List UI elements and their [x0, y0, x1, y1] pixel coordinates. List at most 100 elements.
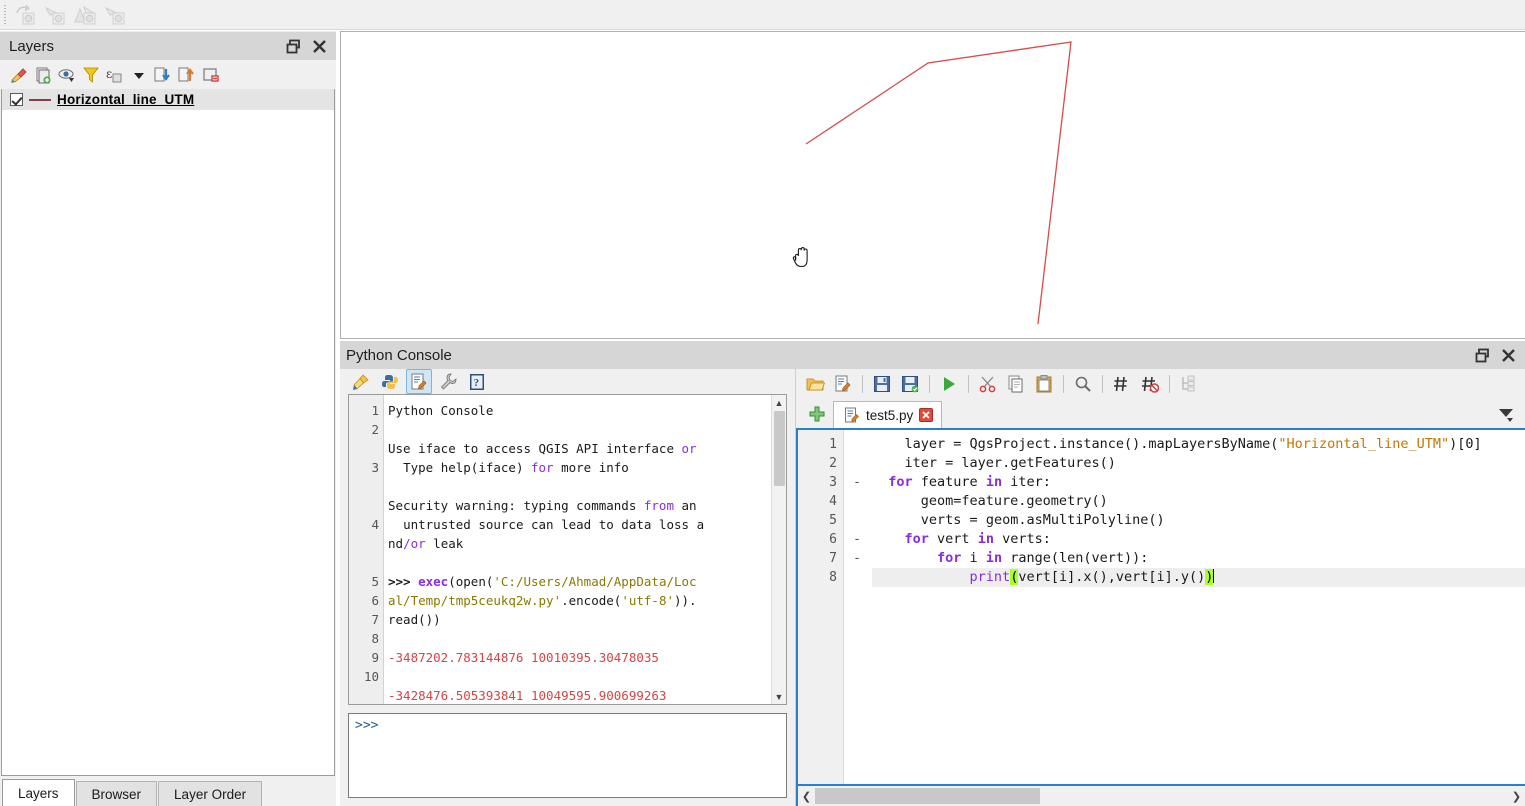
scroll-up-arrow[interactable]: ▲: [772, 395, 787, 410]
filter-icon: [82, 67, 99, 83]
editor-icon: [411, 373, 427, 389]
editor-line-number: 7: [829, 551, 837, 566]
hscroll-left-arrow[interactable]: ❮: [798, 787, 815, 805]
layer-visibility-checkbox[interactable]: [10, 93, 23, 106]
scroll-thumb[interactable]: [773, 411, 785, 486]
expand-all[interactable]: [151, 63, 174, 87]
run-script-button[interactable]: [936, 372, 962, 397]
save-as-icon: [902, 376, 919, 393]
layers-panel-close-button[interactable]: [306, 34, 332, 58]
filter-legend-dropdown[interactable]: [127, 63, 150, 87]
python-icon: [382, 374, 398, 389]
svg-text:ε: ε: [106, 67, 112, 81]
hscroll-track[interactable]: [815, 787, 1508, 805]
rotate-feature-tool[interactable]: [12, 2, 40, 28]
console-output-column: ? 1 2 3 4 5 6 7 8 9 10 Python Console Use iface t…: [340, 369, 795, 806]
script-file-icon: [845, 407, 859, 422]
python-console-title: Python Console: [346, 346, 452, 364]
python-console-close-button[interactable]: [1495, 343, 1521, 367]
hscroll-thumb[interactable]: [815, 788, 1040, 804]
tab-layer-order[interactable]: Layer Order: [158, 781, 263, 806]
vertex-tool-current-layer[interactable]: [102, 2, 130, 28]
clear-console-button[interactable]: [348, 369, 374, 394]
map-canvas[interactable]: [340, 31, 1525, 339]
save-as-script-button[interactable]: [897, 372, 923, 397]
console-output-line: Python Console: [388, 403, 494, 418]
remove-layer-icon: [202, 67, 219, 82]
editor-fold-marker[interactable]: [844, 454, 870, 473]
tab-layers[interactable]: Layers: [2, 779, 75, 806]
comment-lines-button[interactable]: [1109, 372, 1135, 397]
tab-browser-label: Browser: [91, 786, 142, 802]
uncomment-lines-button[interactable]: [1137, 372, 1163, 397]
open-layer-styling-panel[interactable]: [7, 63, 30, 87]
editor-fold-marker[interactable]: [844, 435, 870, 454]
tab-list-dropdown-button[interactable]: [1493, 402, 1519, 426]
add-group[interactable]: [31, 63, 54, 87]
close-tab-icon[interactable]: [919, 408, 934, 422]
close-icon: [1501, 348, 1515, 362]
console-output-area[interactable]: 1 2 3 4 5 6 7 8 9 10 Python Console Use iface to …: [348, 394, 787, 705]
editor-fold-margin[interactable]: - --: [844, 430, 870, 784]
console-output-text: Python Console Use iface to access QGIS …: [384, 395, 786, 704]
open-script-button[interactable]: [802, 372, 828, 397]
python-console-float-button[interactable]: [1469, 343, 1495, 367]
script-editor-area[interactable]: 12345678 - -- layer = QgsProject.instanc…: [796, 428, 1525, 786]
new-script-button[interactable]: [830, 372, 856, 397]
svg-text:?: ?: [474, 377, 480, 389]
editor-fold-marker[interactable]: -: [844, 473, 870, 492]
new-tab-button[interactable]: [804, 401, 830, 427]
editor-horizontal-scrollbar[interactable]: ❮ ❯: [796, 786, 1525, 806]
hscroll-right-arrow[interactable]: ❯: [1508, 787, 1525, 805]
console-input-prompt[interactable]: >>>: [348, 713, 787, 798]
console-output-line: >>> exec(open('C:/Users/Ahmad/AppData/Lo…: [388, 574, 697, 627]
vertex-tool-all-layers[interactable]: [72, 2, 100, 28]
tab-browser[interactable]: Browser: [75, 781, 158, 806]
console-options-button[interactable]: [435, 369, 461, 394]
hash-undo-icon: [1142, 376, 1159, 393]
editor-fold-marker[interactable]: -: [844, 530, 870, 549]
editor-fold-marker[interactable]: [844, 492, 870, 511]
console-vertical-scrollbar[interactable]: ▲ ▼: [771, 395, 786, 704]
filter-legend-by-map-content[interactable]: [79, 63, 102, 87]
save-script-button[interactable]: [869, 372, 895, 397]
console-line-number: 2: [371, 422, 379, 437]
editor-tab-test5[interactable]: test5.py: [833, 401, 943, 428]
cut-button[interactable]: [975, 372, 1001, 397]
scroll-down-arrow[interactable]: ▼: [772, 689, 787, 704]
console-output-line: -3487202.783144876 10010395.30478035: [388, 650, 659, 665]
layer-item-horizontal-line-utm[interactable]: Horizontal_line_UTM: [2, 89, 334, 110]
editor-fold-marker[interactable]: -: [844, 549, 870, 568]
editor-fold-marker[interactable]: [844, 568, 870, 587]
class-browser-icon: [1182, 375, 1195, 392]
console-help-button[interactable]: ?: [464, 369, 490, 394]
copy-button[interactable]: [1003, 372, 1029, 397]
qgis-window: Layers ε Horizontal_line_UTM Layers Brow…: [0, 0, 1525, 806]
editor-code-text[interactable]: layer = QgsProject.instance().mapLayersB…: [870, 430, 1525, 784]
paste-button[interactable]: [1031, 372, 1057, 397]
import-class-button[interactable]: [377, 369, 403, 394]
collapse-all[interactable]: [175, 63, 198, 87]
show-editor-button[interactable]: [406, 369, 432, 394]
toolbar-drag-handle[interactable]: [2, 3, 11, 26]
float-icon: [1475, 348, 1489, 362]
find-text-button[interactable]: [1070, 372, 1096, 397]
layers-panel-float-button[interactable]: [280, 34, 306, 58]
magnifier-icon: [1075, 376, 1091, 392]
console-line-numbers: 1 2 3 4 5 6 7 8 9 10: [349, 395, 384, 704]
python-console-body: ? 1 2 3 4 5 6 7 8 9 10 Python Console Use iface t…: [340, 369, 1525, 806]
object-inspector-button[interactable]: [1176, 372, 1202, 397]
layer-name-label: Horizontal_line_UTM: [57, 92, 195, 107]
console-line-number: 3: [371, 460, 379, 475]
manage-layer-visibility[interactable]: [55, 63, 78, 87]
filter-legend-by-expression[interactable]: ε: [103, 63, 126, 87]
layers-tree[interactable]: Horizontal_line_UTM: [1, 89, 335, 776]
python-console-titlebar: Python Console: [340, 341, 1525, 369]
offset-point-symbol-tool[interactable]: [42, 2, 70, 28]
remove-layer-or-group[interactable]: [199, 63, 222, 87]
console-output-line: Security warning: typing commands from a…: [388, 498, 705, 551]
editor-fold-marker[interactable]: [844, 511, 870, 530]
panel-bottom-tabs: Layers Browser Layer Order: [0, 776, 336, 806]
tab-layer-order-label: Layer Order: [174, 786, 247, 802]
console-line-number: 6: [371, 593, 379, 608]
